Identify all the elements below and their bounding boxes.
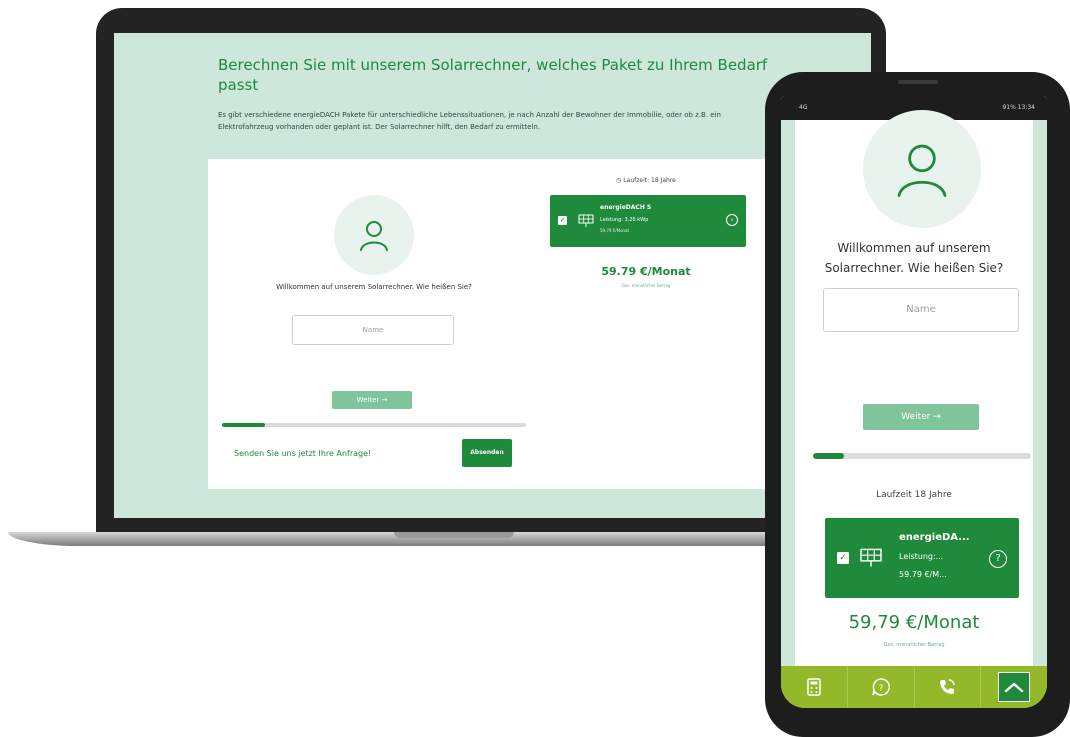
device-mockup: Berechnen Sie mit unserem Solarrechner, … bbox=[0, 0, 1070, 737]
next-button[interactable]: Weiter → bbox=[332, 391, 412, 409]
nav-phone[interactable] bbox=[915, 666, 982, 708]
battery-clock: 91% 13:34 bbox=[1002, 104, 1035, 111]
calculator-icon bbox=[807, 678, 821, 696]
arrow-right-icon: → bbox=[381, 396, 388, 404]
info-icon[interactable]: › bbox=[726, 214, 738, 226]
package-power: Leistung:... bbox=[899, 552, 944, 561]
progress-fill bbox=[222, 423, 265, 427]
user-icon bbox=[897, 144, 947, 197]
next-button-label: Weiter bbox=[356, 396, 380, 404]
arrow-right-icon: → bbox=[933, 412, 941, 422]
progress-bar bbox=[813, 453, 1031, 459]
page-description: Es gibt verschiedene energieDACH Pakete … bbox=[218, 111, 721, 131]
signal-indicator: 4G bbox=[799, 104, 808, 111]
term-label: Laufzeit 18 Jahre bbox=[795, 490, 1033, 500]
welcome-question: Willkommen auf unserem Solarrechner. Wie… bbox=[276, 283, 472, 291]
send-button[interactable]: Absenden bbox=[462, 439, 512, 467]
name-input[interactable]: Name bbox=[292, 315, 454, 345]
send-prompt: Senden Sie uns jetzt Ihre Anfrage! bbox=[234, 449, 372, 458]
checkbox-checked-icon[interactable]: ✓ bbox=[558, 216, 567, 225]
laptop-notch bbox=[394, 532, 514, 538]
term-label: ◷ Laufzeit: 18 Jahre bbox=[548, 177, 744, 184]
name-input[interactable]: Name bbox=[823, 288, 1019, 332]
monthly-price-caption: Ges. monatlicher Betrag bbox=[621, 283, 671, 288]
help-chat-icon: ? bbox=[871, 678, 890, 696]
package-card[interactable]: ✓ energieDACH S Leistung: 3,26 kWp 59,79… bbox=[550, 195, 746, 247]
user-icon bbox=[360, 221, 388, 251]
package-name: energieDACH S bbox=[600, 204, 652, 211]
solar-panel-icon bbox=[860, 548, 882, 567]
package-name: energieDA... bbox=[899, 532, 970, 543]
calculator-card-mobile: Willkommen auf unserem Solarrechner. Wie… bbox=[795, 110, 1033, 680]
user-avatar bbox=[863, 110, 981, 228]
bottom-nav: ? bbox=[781, 666, 1047, 708]
monthly-price-caption: Ges. monatlicher Betrag bbox=[883, 642, 945, 648]
checkbox-checked-icon[interactable]: ✓ bbox=[837, 552, 849, 564]
nav-home-active bbox=[998, 672, 1031, 702]
info-icon[interactable]: ? bbox=[989, 550, 1007, 568]
term-text: Laufzeit 18 Jahre bbox=[876, 490, 952, 500]
package-card[interactable]: ✓ energieDA... Leistung:... 59.79 €/M...… bbox=[825, 518, 1019, 598]
home-roof-icon bbox=[1004, 682, 1024, 693]
user-avatar bbox=[334, 195, 414, 275]
solar-panel-icon bbox=[578, 214, 594, 227]
nav-help[interactable]: ? bbox=[848, 666, 915, 708]
laptop-screen: Berechnen Sie mit unserem Solarrechner, … bbox=[114, 33, 871, 518]
phone-screen: 4G 91% 13:34 Willkommen auf unserem Sola… bbox=[781, 96, 1047, 708]
package-power: Leistung: 3,26 kWp bbox=[600, 217, 649, 223]
nav-home[interactable] bbox=[981, 666, 1047, 708]
welcome-question: Willkommen auf unserem Solarrechner. Wie… bbox=[824, 241, 1004, 275]
monthly-price: 59.79 €/Monat bbox=[601, 265, 691, 278]
package-monthly: 59.79 €/M... bbox=[899, 570, 947, 579]
progress-fill bbox=[813, 453, 844, 459]
nav-calculator[interactable] bbox=[781, 666, 848, 708]
calculator-card: Willkommen auf unserem Solarrechner. Wie… bbox=[208, 159, 768, 489]
monthly-price: 59,79 €/Monat bbox=[848, 612, 980, 633]
progress-bar bbox=[222, 423, 526, 427]
svg-text:?: ? bbox=[878, 684, 883, 694]
term-text: Laufzeit: 18 Jahre bbox=[623, 177, 676, 184]
phone-icon bbox=[940, 679, 956, 694]
page-title: Berechnen Sie mit unserem Solarrechner, … bbox=[218, 56, 768, 94]
phone-speaker bbox=[898, 80, 938, 84]
package-monthly: 59,79 €/Monat bbox=[600, 228, 630, 233]
next-button-label: Weiter bbox=[901, 412, 931, 422]
next-button[interactable]: Weiter → bbox=[863, 404, 979, 430]
